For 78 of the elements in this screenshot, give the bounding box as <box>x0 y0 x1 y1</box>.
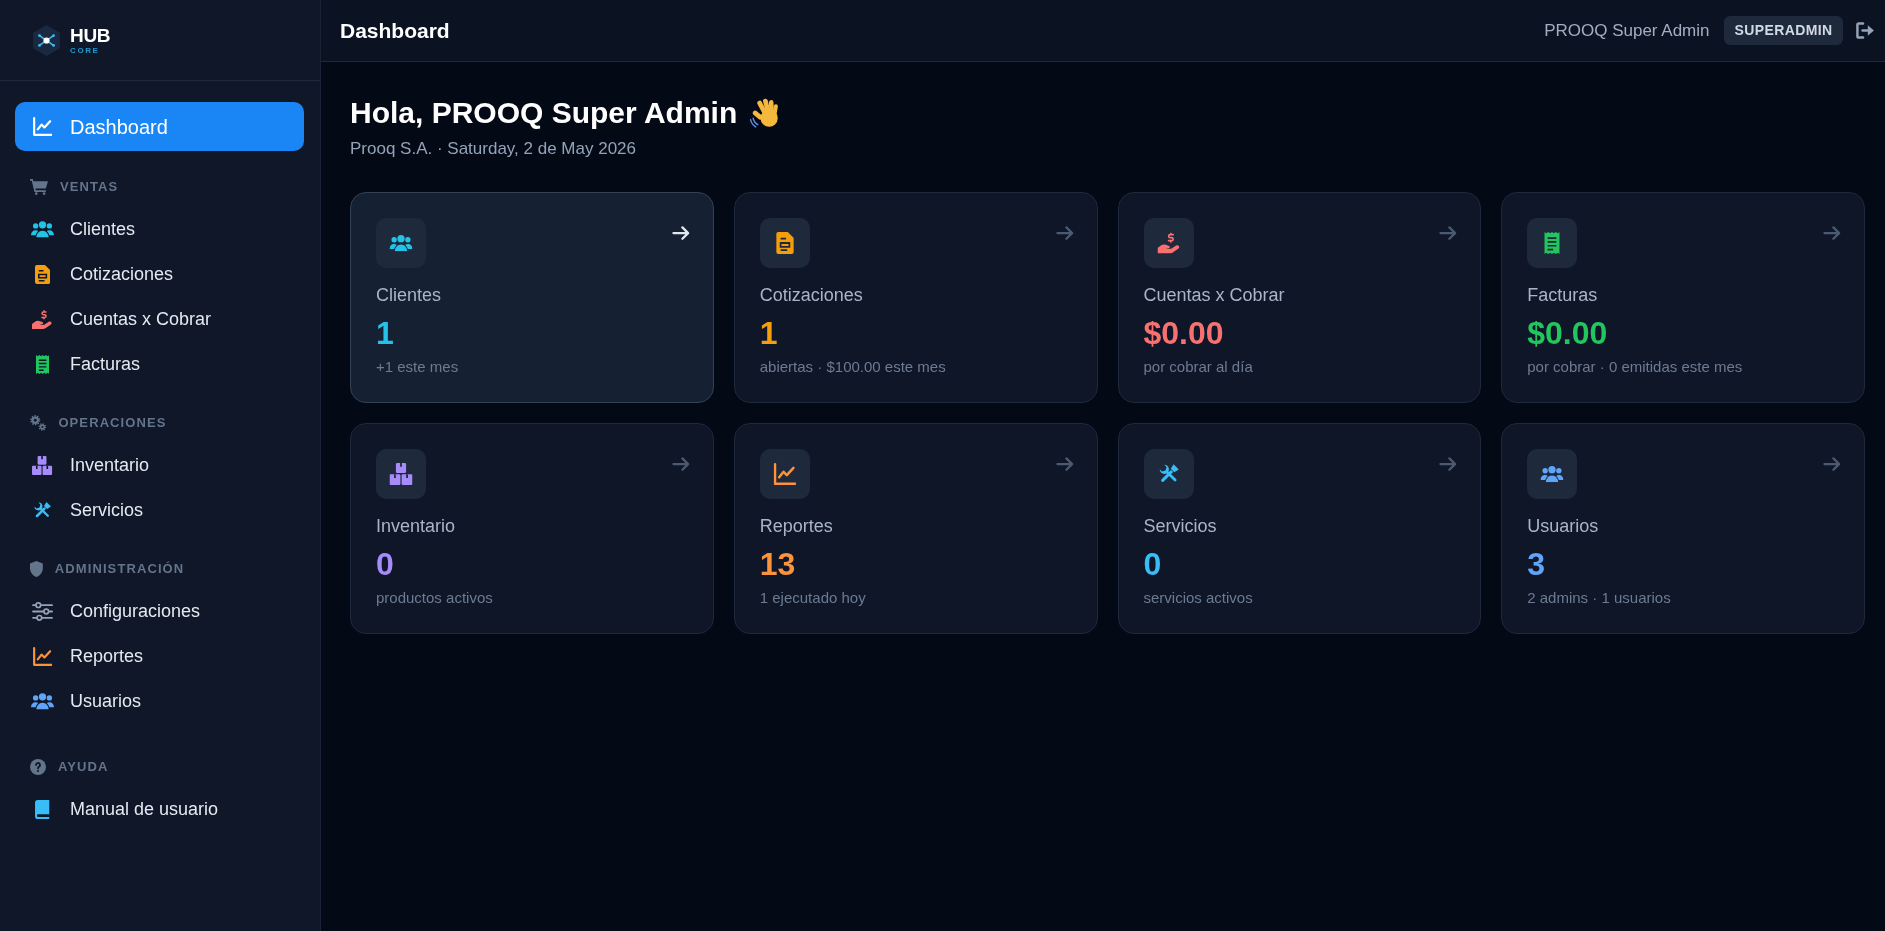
card-value: 3 <box>1527 545 1546 583</box>
shield-icon <box>30 561 43 577</box>
sidebar-link[interactable]: Dashboard <box>15 102 304 151</box>
card-note: abiertas · $100.00 este mes <box>759 358 946 376</box>
card-note: 1 ejecutado hoy <box>759 589 866 607</box>
line-chart-icon <box>759 449 810 499</box>
arrow-right-icon <box>1055 226 1074 241</box>
card-value: 1 <box>376 314 394 352</box>
greeting-title: Hola, PROOQ Super Admin <box>350 95 738 131</box>
stat-card[interactable]: Inventario 0 productos activos <box>350 423 714 634</box>
logout-button[interactable] <box>1855 22 1874 39</box>
user-name: PROOQ Super Admin <box>1544 19 1710 42</box>
card-note: por cobrar al día <box>1143 358 1253 376</box>
section-title: VENTAS <box>60 178 119 197</box>
arrow-right-icon <box>671 226 690 241</box>
card-label: Inventario <box>376 515 456 537</box>
document-icon <box>759 218 810 268</box>
stat-card[interactable]: Facturas $0.00 por cobrar · 0 emitidas este mes <box>1501 192 1865 403</box>
sidebar-link[interactable]: Manual de usuario <box>15 787 304 832</box>
stat-card[interactable]: Reportes 13 1 ejecutado hoy <box>733 423 1098 634</box>
card-note: servicios activos <box>1143 589 1253 607</box>
sidebar-link[interactable]: Configuraciones <box>15 589 304 634</box>
sidebar-link[interactable]: Facturas <box>15 342 304 387</box>
card-label: Usuarios <box>1527 515 1599 537</box>
card-value: 0 <box>1143 545 1162 583</box>
card-note: +1 este mes <box>376 358 459 376</box>
arrow-right-icon <box>1823 457 1841 472</box>
sidebar-link[interactable]: Reportes <box>15 634 304 679</box>
line-chart-icon <box>32 117 53 136</box>
logout-icon <box>1855 22 1874 39</box>
sidebar-link[interactable]: Inventario <box>15 443 304 488</box>
hand-dollar-icon <box>1143 218 1194 268</box>
card-value: $0.00 <box>1143 314 1224 352</box>
brand-tagline: CORE <box>70 46 100 55</box>
arrow-right-icon <box>1055 457 1074 472</box>
receipt-icon <box>1527 218 1578 268</box>
card-label: Facturas <box>1527 284 1598 306</box>
arrow-right-icon <box>671 457 690 472</box>
stat-card[interactable]: Clientes 1 +1 este mes <box>350 192 714 403</box>
sidebar-link[interactable]: Cuentas x Cobrar <box>15 297 304 342</box>
section-title: AYUDA <box>58 758 109 777</box>
logo-icon <box>33 24 60 56</box>
arrow-right-icon <box>1439 457 1458 472</box>
gears-icon <box>30 415 47 431</box>
card-note: productos activos <box>376 589 493 607</box>
sidebar-link[interactable]: Usuarios <box>15 679 304 724</box>
users-icon <box>1527 449 1578 499</box>
arrow-right-icon <box>1439 226 1458 241</box>
sidebar-link[interactable]: Clientes <box>15 207 304 252</box>
card-label: Servicios <box>1143 515 1217 537</box>
card-value: 1 <box>759 314 778 352</box>
users-icon <box>376 218 426 268</box>
card-label: Reportes <box>759 515 833 537</box>
role-badge: SUPERADMIN <box>1724 16 1843 45</box>
tools-icon <box>1143 449 1194 499</box>
card-note: 2 admins · 1 usuarios <box>1527 589 1671 607</box>
stat-card[interactable]: Cuentas x Cobrar $0.00 por cobrar al día <box>1117 192 1482 403</box>
arrow-right-icon <box>1823 226 1841 241</box>
help-icon <box>30 759 46 775</box>
boxes-icon <box>376 449 426 499</box>
stat-card[interactable]: Usuarios 3 2 admins · 1 usuarios <box>1501 423 1865 634</box>
card-value: 0 <box>376 545 394 583</box>
cart-icon <box>30 179 48 195</box>
stat-card[interactable]: Cotizaciones 1 abiertas · $100.00 este mes <box>733 192 1098 403</box>
greeting-subtitle: Prooq S.A. · Saturday, 2 de May 2026 <box>350 138 637 160</box>
section-title: ADMINISTRACIÓN <box>54 560 185 579</box>
page-title: Dashboard <box>340 17 450 44</box>
card-label: Cuentas x Cobrar <box>1143 284 1285 306</box>
brand-name: HUB <box>70 25 111 45</box>
card-label: Clientes <box>376 284 442 306</box>
sidebar-link[interactable]: Cotizaciones <box>15 252 304 297</box>
card-value: 13 <box>759 545 796 583</box>
card-note: por cobrar · 0 emitidas este mes <box>1527 358 1743 376</box>
card-label: Cotizaciones <box>759 284 863 306</box>
card-value: $0.00 <box>1527 314 1608 352</box>
section-title: OPERACIONES <box>58 414 167 433</box>
stat-card[interactable]: Servicios 0 servicios activos <box>1117 423 1482 634</box>
sidebar-link[interactable]: Servicios <box>15 488 304 533</box>
